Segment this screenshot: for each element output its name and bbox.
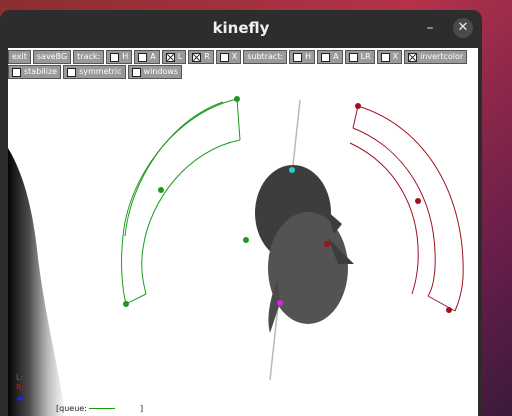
toolbar-button-label: R [204,52,210,61]
checkbox-icon[interactable] [110,52,120,62]
toolbar-button-label: windows [143,67,179,76]
queue-status: [queue: ] [56,404,143,413]
toolbar-button-invertcolor-13[interactable]: invertcolor [404,50,468,64]
checkbox-icon[interactable] [408,52,418,62]
left-hinge-point[interactable] [243,237,249,243]
right-wing-anchor-point[interactable] [355,103,361,109]
toolbar-button-subtract-8[interactable]: subtract: [243,50,288,64]
left-wing-roi[interactable] [121,98,241,305]
right-wing-roi[interactable] [349,105,464,312]
checkbox-icon[interactable] [12,67,21,77]
left-wing-edge-point[interactable] [158,187,164,193]
toolbar-button-label: X [392,52,399,61]
window-title: kinefly [212,19,270,37]
toolbar-button-label: exit [12,52,27,61]
tracking-overlay [8,96,464,416]
toolbar-button-l-5[interactable]: L [161,50,187,64]
toolbar-button-x-12[interactable]: X [376,50,403,64]
right-wing-end-point[interactable] [446,307,452,313]
toolbar-toggle-windows-2[interactable]: windows [127,65,183,79]
app-window: kinefly – ✕ exit saveBG track: H A L R Xsubtrac… [0,10,482,416]
queue-suffix: ] [139,404,144,413]
toolbar-button-x-7[interactable]: X [215,50,242,64]
toolbar-button-label: saveBG [36,52,68,61]
toolbar-toggle-symmetric-1[interactable]: symmetric [63,65,126,79]
toolbar-button-label: track: [77,52,101,61]
right-wing-edge-point[interactable] [415,198,421,204]
queue-prefix: [queue: [56,404,87,413]
checkbox-icon[interactable] [67,67,77,77]
toolbar-button-label: A [150,52,156,61]
left-wing-end-point[interactable] [123,301,129,307]
minimize-button[interactable]: – [420,18,440,38]
legend-extra-marker: ▬ [16,394,24,403]
checkbox-icon[interactable] [131,67,141,77]
toolbar-row-primary: exit saveBG track: H A L R Xsubtract: H A LR Xinver… [8,50,468,64]
title-bar[interactable]: kinefly – ✕ [0,10,482,48]
queue-bar [89,408,116,409]
checkbox-icon[interactable] [293,52,303,62]
toolbar-button-lr-11[interactable]: LR [344,50,375,64]
fly-silhouette [255,165,354,333]
toolbar-button-label: L [177,52,183,61]
toolbar-button-label: stabilize [24,67,58,76]
toolbar-button-h-3[interactable]: H [106,50,133,64]
toolbar-button-a-10[interactable]: A [317,50,343,64]
toolbar-button-r-6[interactable]: R [188,50,214,64]
left-wing-anchor-point[interactable] [234,96,240,102]
right-hinge-point[interactable] [324,241,330,247]
head-point[interactable] [289,167,295,173]
toolbar-toggle-stabilize-0[interactable]: stabilize [8,65,62,79]
checkbox-icon[interactable] [219,52,229,62]
toolbar-button-label: H [305,52,312,61]
toolbar-button-savebg-1[interactable]: saveBG [32,50,72,64]
toolbar-button-label: symmetric [79,67,122,76]
toolbar-button-label: A [333,52,339,61]
checkbox-icon[interactable] [348,52,358,62]
checkbox-icon[interactable] [165,52,175,62]
toolbar-button-label: invertcolor [420,52,464,61]
toolbar-row-secondary: stabilize symmetric windows [8,65,183,79]
checkbox-icon[interactable] [321,52,331,62]
toolbar-button-track-2[interactable]: track: [73,50,105,64]
toolbar-button-h-9[interactable]: H [289,50,316,64]
checkbox-icon[interactable] [380,52,390,62]
toolbar-button-label: X [231,52,238,61]
checkbox-icon[interactable] [192,52,202,62]
close-button[interactable]: ✕ [453,18,473,38]
camera-view[interactable]: L: R: ▬ [queue: ] [8,88,478,416]
toolbar: exit saveBG track: H A L R Xsubtract: H A LR Xinver… [8,48,478,88]
abdomen-point[interactable] [277,300,283,306]
checkbox-icon[interactable] [138,52,148,62]
legend-left-wing: L: [16,373,24,382]
toolbar-button-label: LR [360,52,371,61]
toolbar-button-exit-0[interactable]: exit [8,50,31,64]
toolbar-button-label: H [122,52,129,61]
toolbar-button-label: subtract: [247,52,284,61]
legend-right-wing: R: [16,383,25,392]
toolbar-button-a-4[interactable]: A [134,50,160,64]
